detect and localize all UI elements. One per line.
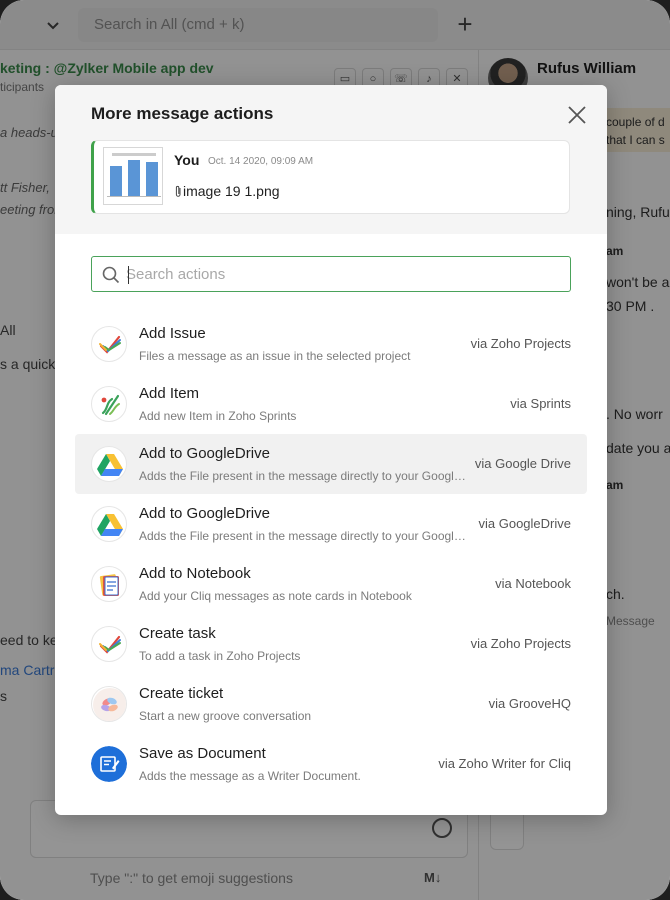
action-add-issue[interactable]: Add Issue Files a message as an issue in… bbox=[75, 314, 587, 374]
action-title: Create ticket bbox=[139, 685, 224, 702]
action-add-to-googledrive[interactable]: Add to GoogleDrive Adds the File present… bbox=[75, 494, 587, 554]
zoho-projects-icon bbox=[91, 326, 127, 362]
message-preview: You Oct. 14 2020, 09:09 AM image 19 1.pn… bbox=[91, 140, 570, 214]
groovehq-icon bbox=[91, 686, 127, 722]
action-description: Adds the File present in the message dir… bbox=[139, 469, 467, 483]
action-title: Save as Document bbox=[139, 745, 266, 762]
action-source: via Notebook bbox=[495, 576, 571, 591]
action-source: via GoogleDrive bbox=[478, 516, 572, 531]
action-description: Adds the message as a Writer Document. bbox=[139, 769, 361, 783]
attachment-file[interactable]: image 19 1.png bbox=[174, 183, 280, 199]
action-source: via GrooveHQ bbox=[488, 696, 571, 711]
close-icon[interactable] bbox=[564, 102, 590, 128]
google-drive-icon bbox=[91, 446, 127, 482]
search-actions-field[interactable] bbox=[91, 256, 571, 292]
zoho-writer-icon bbox=[91, 746, 127, 782]
google-drive-icon bbox=[91, 506, 127, 542]
action-save-as-document[interactable]: Save as Document Adds the message as a W… bbox=[75, 734, 587, 794]
search-actions-input[interactable] bbox=[126, 257, 556, 291]
image-thumbnail[interactable] bbox=[103, 147, 163, 205]
action-title: Add to GoogleDrive bbox=[139, 445, 270, 462]
action-create-task[interactable]: Create task To add a task in Zoho Projec… bbox=[75, 614, 587, 674]
action-create-ticket[interactable]: Create ticket Start a new groove convers… bbox=[75, 674, 587, 734]
notebook-icon bbox=[91, 566, 127, 602]
action-title: Add to GoogleDrive bbox=[139, 505, 270, 522]
action-source: via Sprints bbox=[510, 396, 571, 411]
modal-title: More message actions bbox=[91, 104, 274, 123]
action-source: via Zoho Projects bbox=[470, 336, 571, 351]
text-cursor bbox=[128, 266, 129, 284]
modal-header: More message actions You Oct. 14 2020, 0… bbox=[55, 85, 607, 234]
zoho-projects-icon bbox=[91, 626, 127, 662]
action-add-item[interactable]: Add Item Add new Item in Zoho Sprints vi… bbox=[75, 374, 587, 434]
action-title: Create task bbox=[139, 625, 216, 642]
action-title: Add Issue bbox=[139, 325, 206, 342]
action-description: To add a task in Zoho Projects bbox=[139, 649, 301, 663]
search-icon bbox=[102, 266, 120, 284]
paperclip-icon bbox=[175, 185, 181, 197]
file-name: image 19 1.png bbox=[183, 183, 280, 199]
action-add-to-notebook[interactable]: Add to Notebook Add your Cliq messages a… bbox=[75, 554, 587, 614]
action-description: Files a message as an issue in the selec… bbox=[139, 349, 411, 363]
action-description: Add your Cliq messages as note cards in … bbox=[139, 589, 412, 603]
action-description: Adds the File present in the message dir… bbox=[139, 529, 467, 543]
action-list: Add Issue Files a message as an issue in… bbox=[75, 314, 587, 794]
action-source: via Google Drive bbox=[474, 456, 571, 471]
sprints-icon bbox=[91, 386, 127, 422]
action-title: Add Item bbox=[139, 385, 200, 402]
message-sender: You bbox=[174, 152, 200, 168]
message-timestamp: Oct. 14 2020, 09:09 AM bbox=[208, 156, 314, 167]
more-actions-modal: More message actions You Oct. 14 2020, 0… bbox=[55, 85, 607, 815]
action-title: Add to Notebook bbox=[139, 565, 251, 582]
action-add-to-googledrive[interactable]: Add to GoogleDrive Adds the File present… bbox=[75, 434, 587, 494]
action-description: Add new Item in Zoho Sprints bbox=[139, 409, 297, 423]
action-description: Start a new groove conversation bbox=[139, 709, 312, 723]
action-source: via Zoho Projects bbox=[470, 636, 571, 651]
app-frame: Search in All (cmd + k) + keting : @Zylk… bbox=[0, 0, 670, 900]
action-source: via Zoho Writer for Cliq bbox=[438, 756, 571, 771]
